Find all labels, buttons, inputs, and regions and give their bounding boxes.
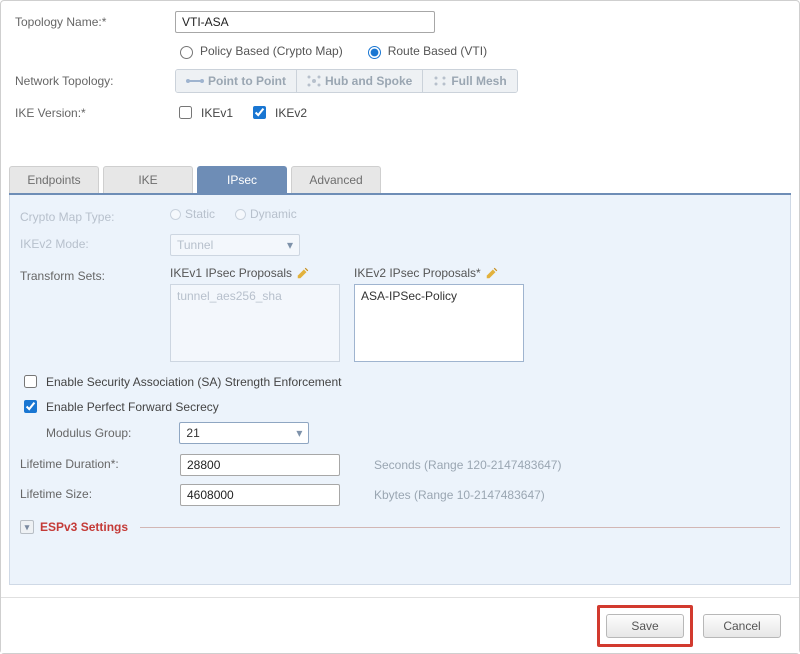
- tab-ike[interactable]: IKE: [103, 166, 193, 193]
- dynamic-radio: Dynamic: [235, 207, 297, 221]
- topology-name-input[interactable]: [175, 11, 435, 33]
- network-topology-buttons: Point to Point Hub and Spoke Full Mesh: [175, 69, 518, 93]
- policy-based-label: Policy Based (Crypto Map): [200, 44, 343, 58]
- static-radio: Static: [170, 207, 215, 221]
- tab-advanced[interactable]: Advanced: [291, 166, 381, 193]
- sa-enforcement-checkbox[interactable]: Enable Security Association (SA) Strengt…: [20, 372, 780, 391]
- chevron-down-icon: ▾: [287, 238, 293, 252]
- ikev1-proposals-label: IKEv1 IPsec Proposals: [170, 266, 292, 280]
- point-to-point-button[interactable]: Point to Point: [176, 70, 297, 92]
- ikev2-checkbox[interactable]: IKEv2: [249, 103, 307, 122]
- save-highlight: Save: [597, 605, 693, 647]
- transform-sets-label: Transform Sets:: [20, 266, 170, 283]
- ikev2-proposals-label: IKEv2 IPsec Proposals*: [354, 266, 481, 280]
- dialog-footer: Save Cancel: [1, 597, 799, 653]
- expand-icon[interactable]: ▾: [20, 520, 34, 534]
- ike-version-label: IKE Version:*: [15, 106, 175, 120]
- ikev2-mode-select: Tunnel ▾: [170, 234, 300, 256]
- ikev1-proposals-list: tunnel_aes256_sha: [170, 284, 340, 362]
- lifetime-duration-hint: Seconds (Range 120-2147483647): [374, 458, 561, 472]
- espv3-settings-section[interactable]: ▾ ESPv3 Settings: [20, 520, 780, 534]
- lifetime-duration-label: Lifetime Duration*:: [20, 454, 180, 471]
- lifetime-size-input[interactable]: [180, 484, 340, 506]
- save-button[interactable]: Save: [606, 614, 684, 638]
- p2p-icon: [186, 76, 204, 86]
- vpn-type-radio-group: Policy Based (Crypto Map) Route Based (V…: [175, 43, 487, 59]
- cancel-button[interactable]: Cancel: [703, 614, 781, 638]
- full-mesh-button[interactable]: Full Mesh: [423, 70, 516, 92]
- lifetime-size-label: Lifetime Size:: [20, 484, 180, 501]
- ikev1-checkbox[interactable]: IKEv1: [175, 103, 233, 122]
- tab-row: Endpoints IKE IPsec Advanced: [9, 166, 791, 195]
- policy-based-radio[interactable]: Policy Based (Crypto Map): [175, 43, 343, 59]
- route-based-radio[interactable]: Route Based (VTI): [363, 43, 487, 59]
- crypto-map-type-label: Crypto Map Type:: [20, 207, 170, 224]
- modulus-group-label: Modulus Group:: [46, 426, 131, 440]
- hub-spoke-button[interactable]: Hub and Spoke: [297, 70, 423, 92]
- dialog-container: Topology Name:* Policy Based (Crypto Map…: [0, 0, 800, 654]
- modulus-group-select[interactable]: 21 ▾: [179, 422, 309, 444]
- ikev2-proposals-list[interactable]: ASA-IPSec-Policy: [354, 284, 524, 362]
- route-based-label: Route Based (VTI): [388, 44, 487, 58]
- ikev2-mode-label: IKEv2 Mode:: [20, 234, 170, 251]
- hub-icon: [307, 75, 321, 87]
- mesh-icon: [433, 75, 447, 87]
- tab-endpoints[interactable]: Endpoints: [9, 166, 99, 193]
- ipsec-panel: Crypto Map Type: Static Dynamic IKEv2 Mo…: [9, 195, 791, 585]
- topology-name-label: Topology Name:*: [15, 15, 175, 29]
- top-form: Topology Name:* Policy Based (Crypto Map…: [1, 1, 799, 138]
- chevron-down-icon: ▾: [296, 426, 302, 440]
- tab-ipsec[interactable]: IPsec: [197, 166, 287, 193]
- lifetime-duration-input[interactable]: [180, 454, 340, 476]
- edit-icon[interactable]: [296, 266, 310, 280]
- network-topology-label: Network Topology:: [15, 74, 175, 88]
- pfs-checkbox[interactable]: Enable Perfect Forward Secrecy: [20, 397, 780, 416]
- lifetime-size-hint: Kbytes (Range 10-2147483647): [374, 488, 545, 502]
- edit-icon[interactable]: [485, 266, 499, 280]
